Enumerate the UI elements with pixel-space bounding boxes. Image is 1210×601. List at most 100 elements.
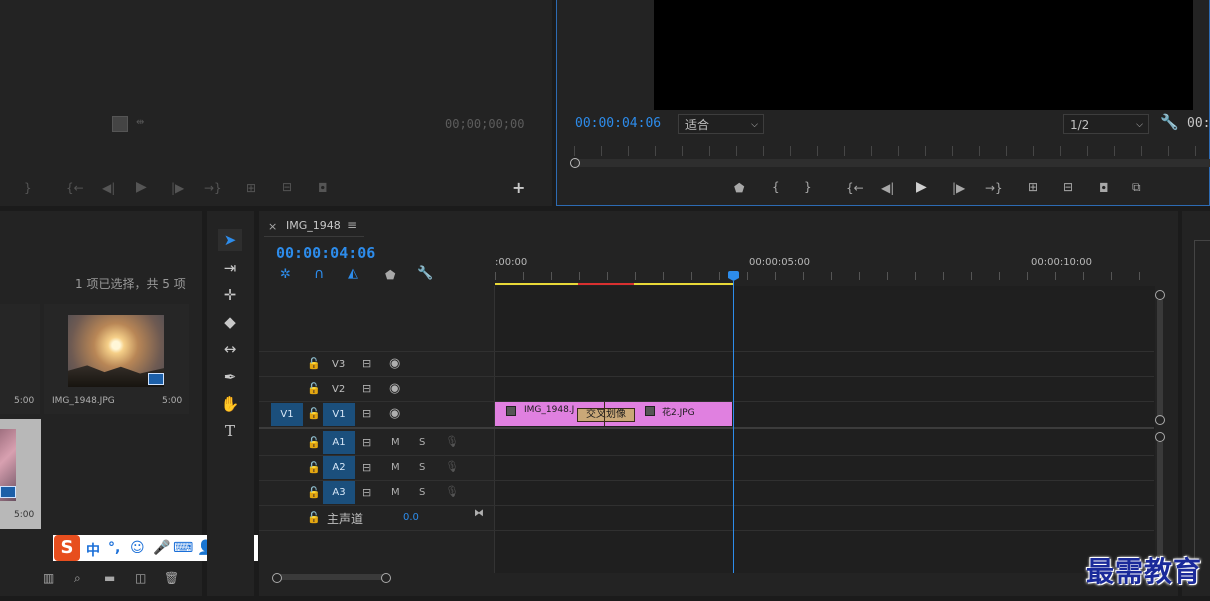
sync-lock-icon[interactable]: ⊟ <box>362 382 371 395</box>
go-to-out-icon[interactable]: →} <box>985 181 1003 195</box>
track-name-v3[interactable]: V3 <box>332 359 345 370</box>
timeline-settings-icon[interactable]: 🔧 <box>417 267 433 281</box>
zoom-handle-left[interactable] <box>272 573 282 583</box>
microphone-icon[interactable]: 🎙 <box>445 460 459 473</box>
lock-icon[interactable]: 🔓 <box>307 407 321 420</box>
hand-tool-icon[interactable]: ✋ <box>218 393 242 415</box>
ripple-edit-tool-icon[interactable]: ✛ <box>218 284 242 306</box>
go-to-in-icon[interactable]: {← <box>66 181 84 195</box>
trash-icon[interactable]: 🗑 <box>164 571 179 585</box>
mute-button[interactable]: M <box>391 487 400 498</box>
sync-lock-icon[interactable]: ⊟ <box>362 461 371 474</box>
step-forward-icon[interactable]: |▶ <box>952 181 965 195</box>
selection-tool-icon[interactable]: ➤ <box>218 229 242 251</box>
track-name-a2[interactable]: A2 <box>323 456 355 479</box>
ime-punct[interactable]: °, <box>108 540 120 556</box>
program-video-frame <box>654 0 1193 110</box>
ime-logo[interactable]: S <box>54 535 80 561</box>
microphone-icon[interactable]: 🎤 <box>153 540 170 556</box>
sync-lock-icon[interactable]: ⊟ <box>362 407 371 420</box>
extract-icon[interactable]: ⊟ <box>1063 180 1073 194</box>
solo-button[interactable]: S <box>419 487 425 498</box>
step-forward-icon[interactable]: |▶ <box>171 181 184 195</box>
emoji-icon[interactable]: ☺ <box>130 540 145 556</box>
compare-view-icon[interactable]: ⧉ <box>1132 180 1141 194</box>
new-item-icon[interactable]: ◫ <box>135 571 146 585</box>
eye-icon[interactable]: ◉ <box>389 406 400 421</box>
solo-button[interactable]: S <box>419 437 425 448</box>
track-name-a1[interactable]: A1 <box>323 431 355 454</box>
marker-icon[interactable]: ⬟ <box>734 181 744 195</box>
video-scrollbar[interactable] <box>1157 300 1163 417</box>
sync-lock-icon[interactable]: ⊟ <box>362 436 371 449</box>
zoom-scrollbar[interactable] <box>273 574 390 580</box>
keyboard-icon[interactable]: ⌨ <box>173 540 193 556</box>
microphone-icon[interactable]: 🎙 <box>445 435 459 448</box>
go-to-in-icon[interactable]: {← <box>846 181 864 195</box>
new-bin-icon[interactable]: ▬ <box>104 571 115 585</box>
track-name-v1[interactable]: V1 <box>323 403 355 426</box>
video-scroll-handle-top[interactable] <box>1155 290 1165 300</box>
timeline-tab-title[interactable]: IMG_1948 <box>286 219 341 232</box>
camera-icon[interactable]: ◘ <box>1099 181 1109 195</box>
mark-out-icon[interactable]: } <box>804 180 812 194</box>
lock-icon[interactable]: 🔓 <box>307 486 321 499</box>
master-volume-value[interactable]: 0.0 <box>403 512 419 523</box>
lock-icon[interactable]: 🔓 <box>307 461 321 474</box>
track-name-a3[interactable]: A3 <box>323 481 355 504</box>
mute-button[interactable]: M <box>391 462 400 473</box>
add-button-icon[interactable]: + <box>512 180 525 196</box>
play-icon[interactable]: ▶ <box>136 180 147 194</box>
export-frame-icon[interactable] <box>112 116 128 132</box>
track-name-v2[interactable]: V2 <box>332 384 345 395</box>
pen-tool-icon[interactable]: ✒ <box>218 366 242 388</box>
bin-view-icon[interactable]: ▥ <box>43 571 54 585</box>
audio-waveform-icon[interactable]: ⇹ <box>136 116 144 130</box>
video-scroll-handle-bottom[interactable] <box>1155 415 1165 425</box>
eye-icon[interactable]: ◉ <box>389 356 400 371</box>
go-to-edit-icon[interactable]: ⧓ <box>474 508 484 519</box>
sync-lock-icon[interactable]: ⊟ <box>362 357 371 370</box>
fit-dropdown[interactable]: 适合 ⌵ <box>678 114 764 134</box>
snap-magnet-icon[interactable]: ∩ <box>314 267 324 281</box>
step-back-icon[interactable]: ◀| <box>102 181 115 195</box>
track-select-tool-icon[interactable]: ⇥ <box>218 257 242 279</box>
program-playhead-handle[interactable] <box>570 158 580 168</box>
solo-button[interactable]: S <box>419 462 425 473</box>
play-icon[interactable]: ▶ <box>916 180 927 194</box>
microphone-icon[interactable]: 🎙 <box>445 485 459 498</box>
quality-dropdown[interactable]: 1/2 ⌵ <box>1063 114 1149 134</box>
add-marker-icon[interactable]: ⬟ <box>385 268 395 282</box>
razor-tool-icon[interactable]: ◆ <box>218 311 242 333</box>
timeline-timecode[interactable]: 00:00:04:06 <box>276 244 375 262</box>
nest-icon[interactable]: ✲ <box>280 268 291 282</box>
lock-icon[interactable]: 🔓 <box>307 436 321 449</box>
mark-out-icon[interactable]: } <box>24 181 32 195</box>
timeline-menu-icon[interactable]: ≡ <box>347 218 357 232</box>
mark-in-icon[interactable]: { <box>772 180 780 194</box>
linked-selection-icon[interactable]: ◭ <box>348 267 358 281</box>
insert-icon[interactable]: ⊞ <box>246 181 256 195</box>
ime-mode[interactable]: 中 <box>86 540 100 560</box>
transition[interactable]: 交叉划像 <box>577 408 635 422</box>
lock-icon[interactable]: 🔓 <box>307 382 321 395</box>
wrench-icon[interactable]: 🔧 <box>1160 115 1179 130</box>
zoom-handle-right[interactable] <box>381 573 391 583</box>
sync-lock-icon[interactable]: ⊟ <box>362 486 371 499</box>
camera-icon[interactable]: ◘ <box>318 181 328 195</box>
lift-icon[interactable]: ⊞ <box>1028 180 1038 194</box>
step-back-icon[interactable]: ◀| <box>881 181 894 195</box>
lock-icon[interactable]: 🔓 <box>307 511 321 524</box>
slip-tool-icon[interactable]: ↔ <box>218 338 242 360</box>
eye-icon[interactable]: ◉ <box>389 381 400 396</box>
mute-button[interactable]: M <box>391 437 400 448</box>
timeline-close-button[interactable]: × <box>268 220 277 233</box>
audio-scroll-handle-top[interactable] <box>1155 432 1165 442</box>
source-patch-v1[interactable]: V1 <box>271 403 303 426</box>
lock-icon[interactable]: 🔓 <box>307 357 321 370</box>
go-to-out-icon[interactable]: →} <box>204 181 222 195</box>
program-scrubber-track[interactable] <box>574 159 1210 167</box>
search-icon[interactable]: ⌕ <box>74 571 81 585</box>
overwrite-icon[interactable]: ⊟ <box>282 180 292 194</box>
type-tool-icon[interactable]: T <box>218 420 242 442</box>
